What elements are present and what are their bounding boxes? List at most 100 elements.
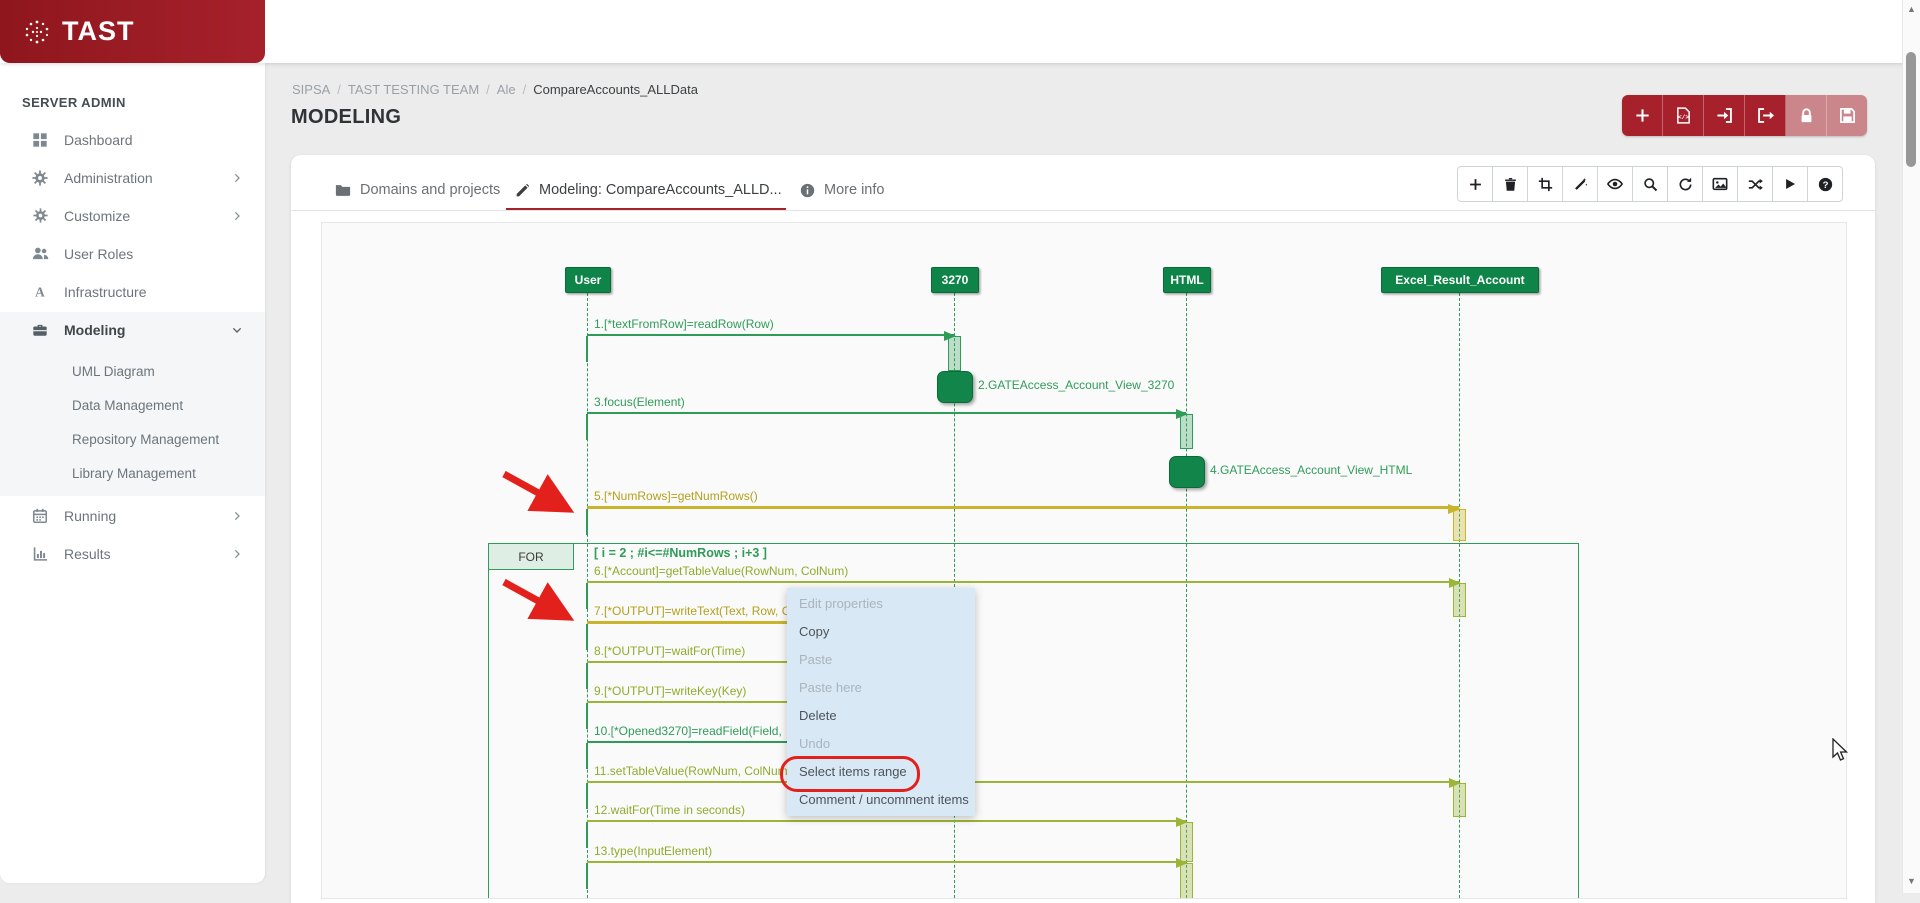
message-1[interactable]: 1.[*textFromRow]=readRow(Row)	[587, 315, 954, 334]
message-6[interactable]: 6.[*Account]=getTableValue(RowNum, ColNu…	[587, 562, 1459, 581]
source-tick	[586, 863, 588, 889]
chevron-right-icon	[231, 169, 243, 187]
sequence-diagram-canvas[interactable]: User 3270 HTML Excel_Result_Account FOR …	[321, 222, 1847, 899]
for-fragment-condition: [ i = 2 ; #i<=#NumRows ; i+3 ]	[594, 546, 767, 560]
sidebar-item-data-management[interactable]: Data Management	[0, 388, 265, 422]
message-5[interactable]: 5.[*NumRows]=getNumRows()	[587, 487, 1459, 506]
calendar-icon	[30, 507, 50, 525]
message-2[interactable]: 2.GATEAccess_Account_View_3270	[978, 378, 1174, 392]
chevron-right-icon	[231, 507, 243, 525]
menu-item-paste: Paste	[787, 646, 975, 674]
sidebar-section-label: SERVER ADMIN	[22, 95, 126, 110]
import-button[interactable]	[1704, 95, 1745, 136]
refresh-button[interactable]	[1667, 166, 1703, 202]
menu-item-copy[interactable]: Copy	[787, 618, 975, 646]
folder-icon	[335, 182, 351, 198]
activation-excel	[1453, 509, 1466, 541]
actor-excel-result-account[interactable]: Excel_Result_Account	[1381, 267, 1539, 293]
sidebar-item-customize[interactable]: Customize	[0, 197, 265, 235]
tabs-divider	[291, 210, 1875, 211]
breadcrumb-item[interactable]: TAST TESTING TEAM	[348, 82, 479, 97]
app-logo[interactable]: TAST	[0, 0, 265, 63]
scrollbar-thumb[interactable]	[1906, 52, 1916, 167]
message-4[interactable]: 4.GATEAccess_Account_View_HTML	[1210, 463, 1412, 477]
magic-wand-button[interactable]	[1562, 166, 1598, 202]
top-header	[0, 0, 1920, 63]
menu-item-select-items-range[interactable]: Select items range	[787, 758, 975, 786]
gear-icon	[30, 169, 50, 187]
briefcase-icon	[30, 321, 50, 339]
sidebar-item-administration[interactable]: Administration	[0, 159, 265, 197]
menu-item-undo: Undo	[787, 730, 975, 758]
chevron-down-icon	[231, 321, 243, 339]
scrollbar-up-arrow[interactable]: ▲	[1907, 4, 1916, 14]
tab-modeling[interactable]: Modeling: CompareAccounts_ALLD...	[515, 170, 782, 210]
for-fragment-label: FOR	[488, 543, 574, 570]
help-button[interactable]	[1807, 166, 1843, 202]
actor-user[interactable]: User	[565, 267, 611, 293]
run-button[interactable]	[1772, 166, 1808, 202]
action-button-group	[1622, 95, 1867, 136]
sidebar-item-results[interactable]: Results	[0, 535, 265, 573]
image-button[interactable]	[1702, 166, 1738, 202]
lock-button	[1786, 95, 1827, 136]
export-xml-button[interactable]	[1663, 95, 1704, 136]
bar-chart-icon	[30, 545, 50, 563]
dashboard-icon	[30, 131, 50, 149]
source-tick	[586, 414, 588, 440]
sidebar-item-running[interactable]: Running	[0, 497, 265, 535]
breadcrumb-item[interactable]: SIPSA	[292, 82, 330, 97]
exec-block-4[interactable]	[1169, 456, 1205, 488]
vertical-scrollbar: ▲ ▼	[1902, 0, 1920, 893]
export-button[interactable]	[1745, 95, 1786, 136]
breadcrumb: SIPSA/TAST TESTING TEAM/Ale/CompareAccou…	[292, 82, 698, 97]
activation-html	[1180, 863, 1193, 899]
breadcrumb-item-current: CompareAccounts_ALLData	[533, 82, 698, 97]
source-tick	[586, 509, 588, 535]
users-icon	[30, 245, 50, 263]
chevron-right-icon	[231, 545, 243, 563]
chevron-right-icon	[231, 207, 243, 225]
sidebar-item-dashboard[interactable]: Dashboard	[0, 121, 265, 159]
scrollbar-down-arrow[interactable]: ▼	[1907, 876, 1916, 886]
actor-3270[interactable]: 3270	[931, 267, 979, 293]
add-item-button[interactable]	[1457, 166, 1493, 202]
save-button	[1827, 95, 1867, 136]
actor-html[interactable]: HTML	[1163, 267, 1211, 293]
tab-more-info[interactable]: More info	[800, 170, 884, 210]
sidebar: SERVER ADMIN Dashboard Administration Cu…	[0, 63, 265, 883]
sidebar-item-modeling[interactable]: Modeling	[0, 311, 265, 349]
sidebar-item-library-management[interactable]: Library Management	[0, 456, 265, 490]
content-card: Domains and projects Modeling: CompareAc…	[291, 155, 1875, 903]
eye-button[interactable]	[1597, 166, 1633, 202]
sidebar-item-infrastructure[interactable]: Infrastructure	[0, 273, 265, 311]
app-name: TAST	[62, 16, 135, 47]
pencil-icon	[515, 183, 530, 198]
menu-item-comment-uncomment[interactable]: Comment / uncomment items	[787, 786, 975, 814]
context-menu: Edit properties Copy Paste Paste here De…	[787, 588, 975, 816]
breadcrumb-item[interactable]: Ale	[497, 82, 516, 97]
sidebar-item-uml-diagram[interactable]: UML Diagram	[0, 354, 265, 388]
shuffle-button[interactable]	[1737, 166, 1773, 202]
tab-domains-and-projects[interactable]: Domains and projects	[335, 170, 500, 210]
activation-excel	[1453, 783, 1466, 817]
page-title: MODELING	[291, 106, 401, 129]
message-3[interactable]: 3.focus(Element)	[587, 393, 1186, 412]
menu-item-edit-properties: Edit properties	[787, 590, 975, 618]
message-13[interactable]: 13.type(InputElement)	[587, 842, 1186, 861]
logo-dots-icon	[24, 19, 50, 45]
crop-button[interactable]	[1527, 166, 1563, 202]
menu-item-paste-here: Paste here	[787, 674, 975, 702]
delete-button[interactable]	[1492, 166, 1528, 202]
message-11[interactable]: 11.setTableValue(RowNum, ColNum	[587, 762, 1459, 781]
sidebar-item-user-roles[interactable]: User Roles	[0, 235, 265, 273]
diagram-toolbar	[1457, 166, 1843, 202]
info-icon	[800, 183, 815, 198]
sidebar-item-repository-management[interactable]: Repository Management	[0, 422, 265, 456]
menu-item-delete[interactable]: Delete	[787, 702, 975, 730]
search-button[interactable]	[1632, 166, 1668, 202]
activation-3270	[948, 336, 961, 371]
add-button[interactable]	[1622, 95, 1663, 136]
cog-icon	[30, 207, 50, 225]
source-tick	[586, 336, 588, 362]
